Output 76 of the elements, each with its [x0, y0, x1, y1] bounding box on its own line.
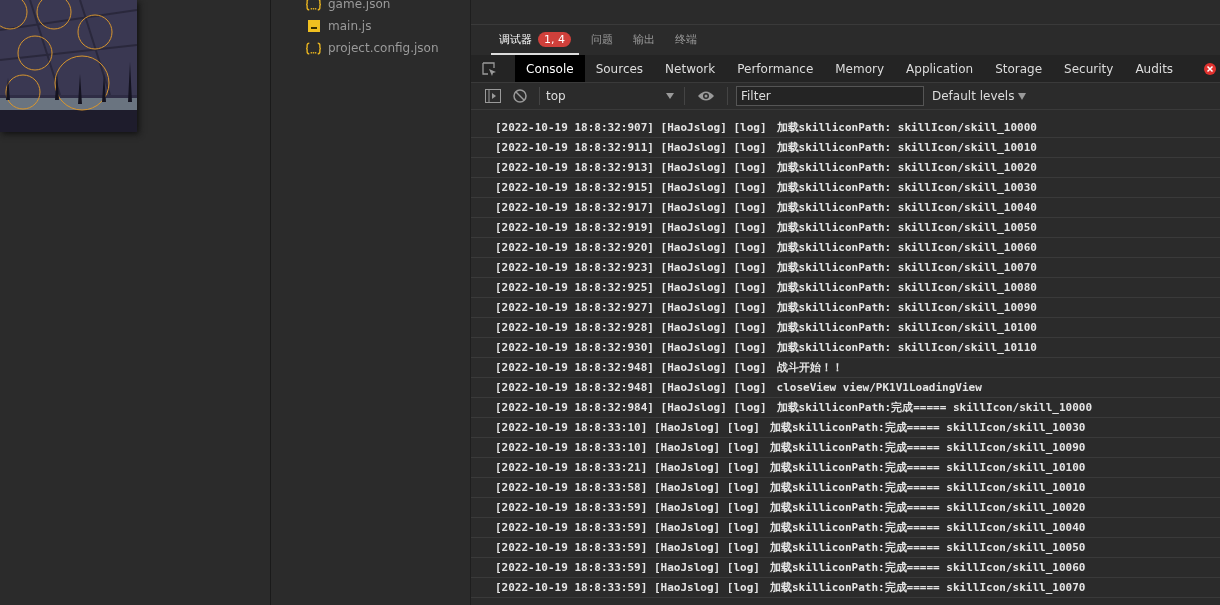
log-prefix: [2022-10-19 18:8:33:21] [HaoJslog] [log]: [495, 461, 760, 474]
context-dropdown[interactable]: top: [546, 89, 678, 103]
log-message: 加载skilliconPath:完成===== skillIcon/skill_10090: [769, 440, 1086, 455]
log-prefix: [2022-10-19 18:8:32:920] [HaoJslog] [log]: [495, 241, 767, 254]
log-prefix: [2022-10-19 18:8:33:59] [HaoJslog] [log]: [495, 561, 760, 574]
log-prefix: [2022-10-19 18:8:32:919] [HaoJslog] [log]: [495, 221, 767, 234]
filter-field[interactable]: Filter: [736, 86, 924, 106]
caret-icon: [666, 93, 674, 99]
file-name[interactable]: project.config.json: [328, 41, 439, 55]
devtools-tab[interactable]: Audits: [1124, 55, 1185, 82]
log-prefix: [2022-10-19 18:8:33:58] [HaoJslog] [log]: [495, 481, 760, 494]
log-message: 加载skilliconPath: skillIcon/skill_10050: [776, 220, 1037, 235]
error-count-badge: 1, 4: [538, 31, 571, 47]
log-prefix: [2022-10-19 18:8:32:948] [HaoJslog] [log]: [495, 381, 767, 394]
log-prefix: [2022-10-19 18:8:32:911] [HaoJslog] [log]: [495, 141, 767, 154]
log-prefix: [2022-10-19 18:8:32:925] [HaoJslog] [log]: [495, 281, 767, 294]
clear-console-icon[interactable]: [513, 89, 527, 103]
log-prefix: [2022-10-19 18:8:33:10] [HaoJslog] [log]: [495, 421, 760, 434]
braces-icon: [305, 0, 322, 11]
log-message: 加载skilliconPath:完成===== skillIcon/skill_10010: [769, 480, 1086, 495]
log-message: 加载skilliconPath:完成===== skillIcon/skill_10040: [769, 520, 1086, 535]
log-levels-dropdown[interactable]: Default levels: [932, 89, 1027, 103]
devtools-tab[interactable]: Sources: [584, 55, 655, 82]
panel-tab[interactable]: 输出: [625, 25, 663, 55]
log-prefix: [2022-10-19 18:8:33:59] [HaoJslog] [log]: [495, 541, 760, 554]
log-message: closeView view/PK1V1LoadingView: [776, 381, 982, 394]
error-icon: [1204, 62, 1216, 75]
log-message: 加载skilliconPath:完成===== skillIcon/skill_10000: [776, 400, 1093, 415]
log-prefix: [2022-10-19 18:8:32:913] [HaoJslog] [log]: [495, 161, 767, 174]
devtools-tab[interactable]: Memory: [824, 55, 896, 82]
log-prefix: [2022-10-19 18:8:32:984] [HaoJslog] [log]: [495, 401, 767, 414]
log-prefix: [2022-10-19 18:8:32:907] [HaoJslog] [log]: [495, 121, 767, 134]
log-message: 加载skilliconPath: skillIcon/skill_10100: [776, 320, 1037, 335]
log-message: 加载skilliconPath: skillIcon/skill_10010: [776, 140, 1037, 155]
log-message: 加载skilliconPath:完成===== skillIcon/skill_10060: [769, 560, 1086, 575]
log-message: 加载skilliconPath:完成===== skillIcon/skill_10030: [769, 420, 1086, 435]
js-file-icon: [305, 20, 322, 32]
caret-icon: [1018, 92, 1027, 100]
devtools-tab[interactable]: Security: [1053, 55, 1125, 82]
eye-icon[interactable]: [697, 90, 715, 102]
log-prefix: [2022-10-19 18:8:33:10] [HaoJslog] [log]: [495, 441, 760, 454]
devtools-tab[interactable]: Performance: [726, 55, 825, 82]
inspect-element-icon[interactable]: [481, 60, 497, 77]
log-message: 战斗开始！！: [776, 360, 843, 375]
log-prefix: [2022-10-19 18:8:32:915] [HaoJslog] [log]: [495, 181, 767, 194]
panel-tab[interactable]: 问题: [583, 25, 621, 55]
log-message: 加载skilliconPath: skillIcon/skill_10110: [776, 340, 1037, 355]
file-name[interactable]: main.js: [328, 19, 372, 33]
panel-tab[interactable]: 终端: [667, 25, 705, 55]
devtools-tab[interactable]: Network: [654, 55, 727, 82]
log-message: 加载skilliconPath: skillIcon/skill_10030: [776, 180, 1037, 195]
log-prefix: [2022-10-19 18:8:32:928] [HaoJslog] [log]: [495, 321, 767, 334]
log-message: 加载skilliconPath: skillIcon/skill_10020: [776, 160, 1037, 175]
log-prefix: [2022-10-19 18:8:32:923] [HaoJslog] [log]: [495, 261, 767, 274]
log-message: 加载skilliconPath:完成===== skillIcon/skill_10070: [769, 580, 1086, 595]
braces-icon: [305, 41, 322, 55]
sidebar-toggle-icon[interactable]: [485, 89, 501, 103]
devtools-tab[interactable]: Storage: [984, 55, 1054, 82]
log-message: 加载skilliconPath: skillIcon/skill_10040: [776, 200, 1037, 215]
log-message: 加载skilliconPath: skillIcon/skill_10000: [776, 120, 1037, 135]
log-message: 加载skilliconPath:完成===== skillIcon/skill_10020: [769, 500, 1086, 515]
log-prefix: [2022-10-19 18:8:32:927] [HaoJslog] [log]: [495, 301, 767, 314]
log-message: 加载skilliconPath: skillIcon/skill_10070: [776, 260, 1037, 275]
log-message: 加载skilliconPath:完成===== skillIcon/skill_10100: [769, 460, 1086, 475]
log-message: 加载skilliconPath:完成===== skillIcon/skill_10050: [769, 540, 1086, 555]
log-prefix: [2022-10-19 18:8:33:59] [HaoJslog] [log]: [495, 521, 760, 534]
log-message: 加载skilliconPath: skillIcon/skill_10060: [776, 240, 1037, 255]
log-prefix: [2022-10-19 18:8:32:948] [HaoJslog] [log]: [495, 361, 767, 374]
log-prefix: [2022-10-19 18:8:33:59] [HaoJslog] [log]: [495, 581, 760, 594]
devtools-tab[interactable]: Application: [895, 55, 985, 82]
log-prefix: [2022-10-19 18:8:32:917] [HaoJslog] [log]: [495, 201, 767, 214]
log-prefix: [2022-10-19 18:8:32:930] [HaoJslog] [log]: [495, 341, 767, 354]
devtools-tab[interactable]: Console: [515, 55, 585, 82]
log-message: 加载skilliconPath: skillIcon/skill_10090: [776, 300, 1037, 315]
log-prefix: [2022-10-19 18:8:33:59] [HaoJslog] [log]: [495, 501, 760, 514]
log-message: 加载skilliconPath: skillIcon/skill_10080: [776, 280, 1037, 295]
